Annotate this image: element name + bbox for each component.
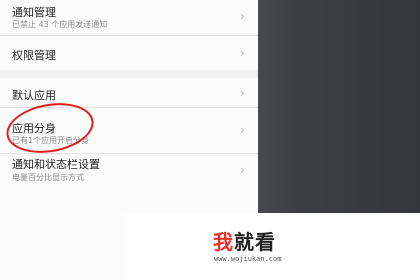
chevron-right-icon: ›: [240, 163, 245, 177]
chevron-right-icon: ›: [240, 46, 245, 60]
settings-row-notifications[interactable]: 通知管理 已禁止 43 个应用发送通知 ›: [0, 0, 258, 36]
row-subtitle: 电量百分比显示方式: [12, 173, 84, 182]
chevron-right-icon: ›: [240, 123, 245, 137]
watermark-brand-a: 我: [213, 230, 234, 254]
settings-row-status-bar[interactable]: 通知和状态栏设置 电量百分比显示方式 ›: [0, 154, 258, 194]
row-title: 通知和状态栏设置: [12, 158, 100, 171]
settings-group-1: 通知管理 已禁止 43 个应用发送通知 › 权限管理 ›: [0, 0, 258, 70]
row-subtitle: 已禁止 43 个应用发送通知: [12, 20, 108, 29]
settings-row-default-apps[interactable]: 默认应用 ›: [0, 78, 258, 108]
watermark-brand-b: 就看: [234, 230, 276, 254]
row-title: 默认应用: [12, 89, 56, 102]
watermark-logo: 我就看: [213, 226, 276, 255]
watermark-url: www.wojiukan.com: [214, 255, 282, 263]
settings-row-permissions[interactable]: 权限管理 ›: [0, 36, 258, 70]
row-title: 权限管理: [12, 49, 56, 62]
row-title: 通知管理: [12, 6, 56, 19]
chevron-right-icon: ›: [240, 9, 245, 23]
chevron-right-icon: ›: [240, 86, 245, 100]
